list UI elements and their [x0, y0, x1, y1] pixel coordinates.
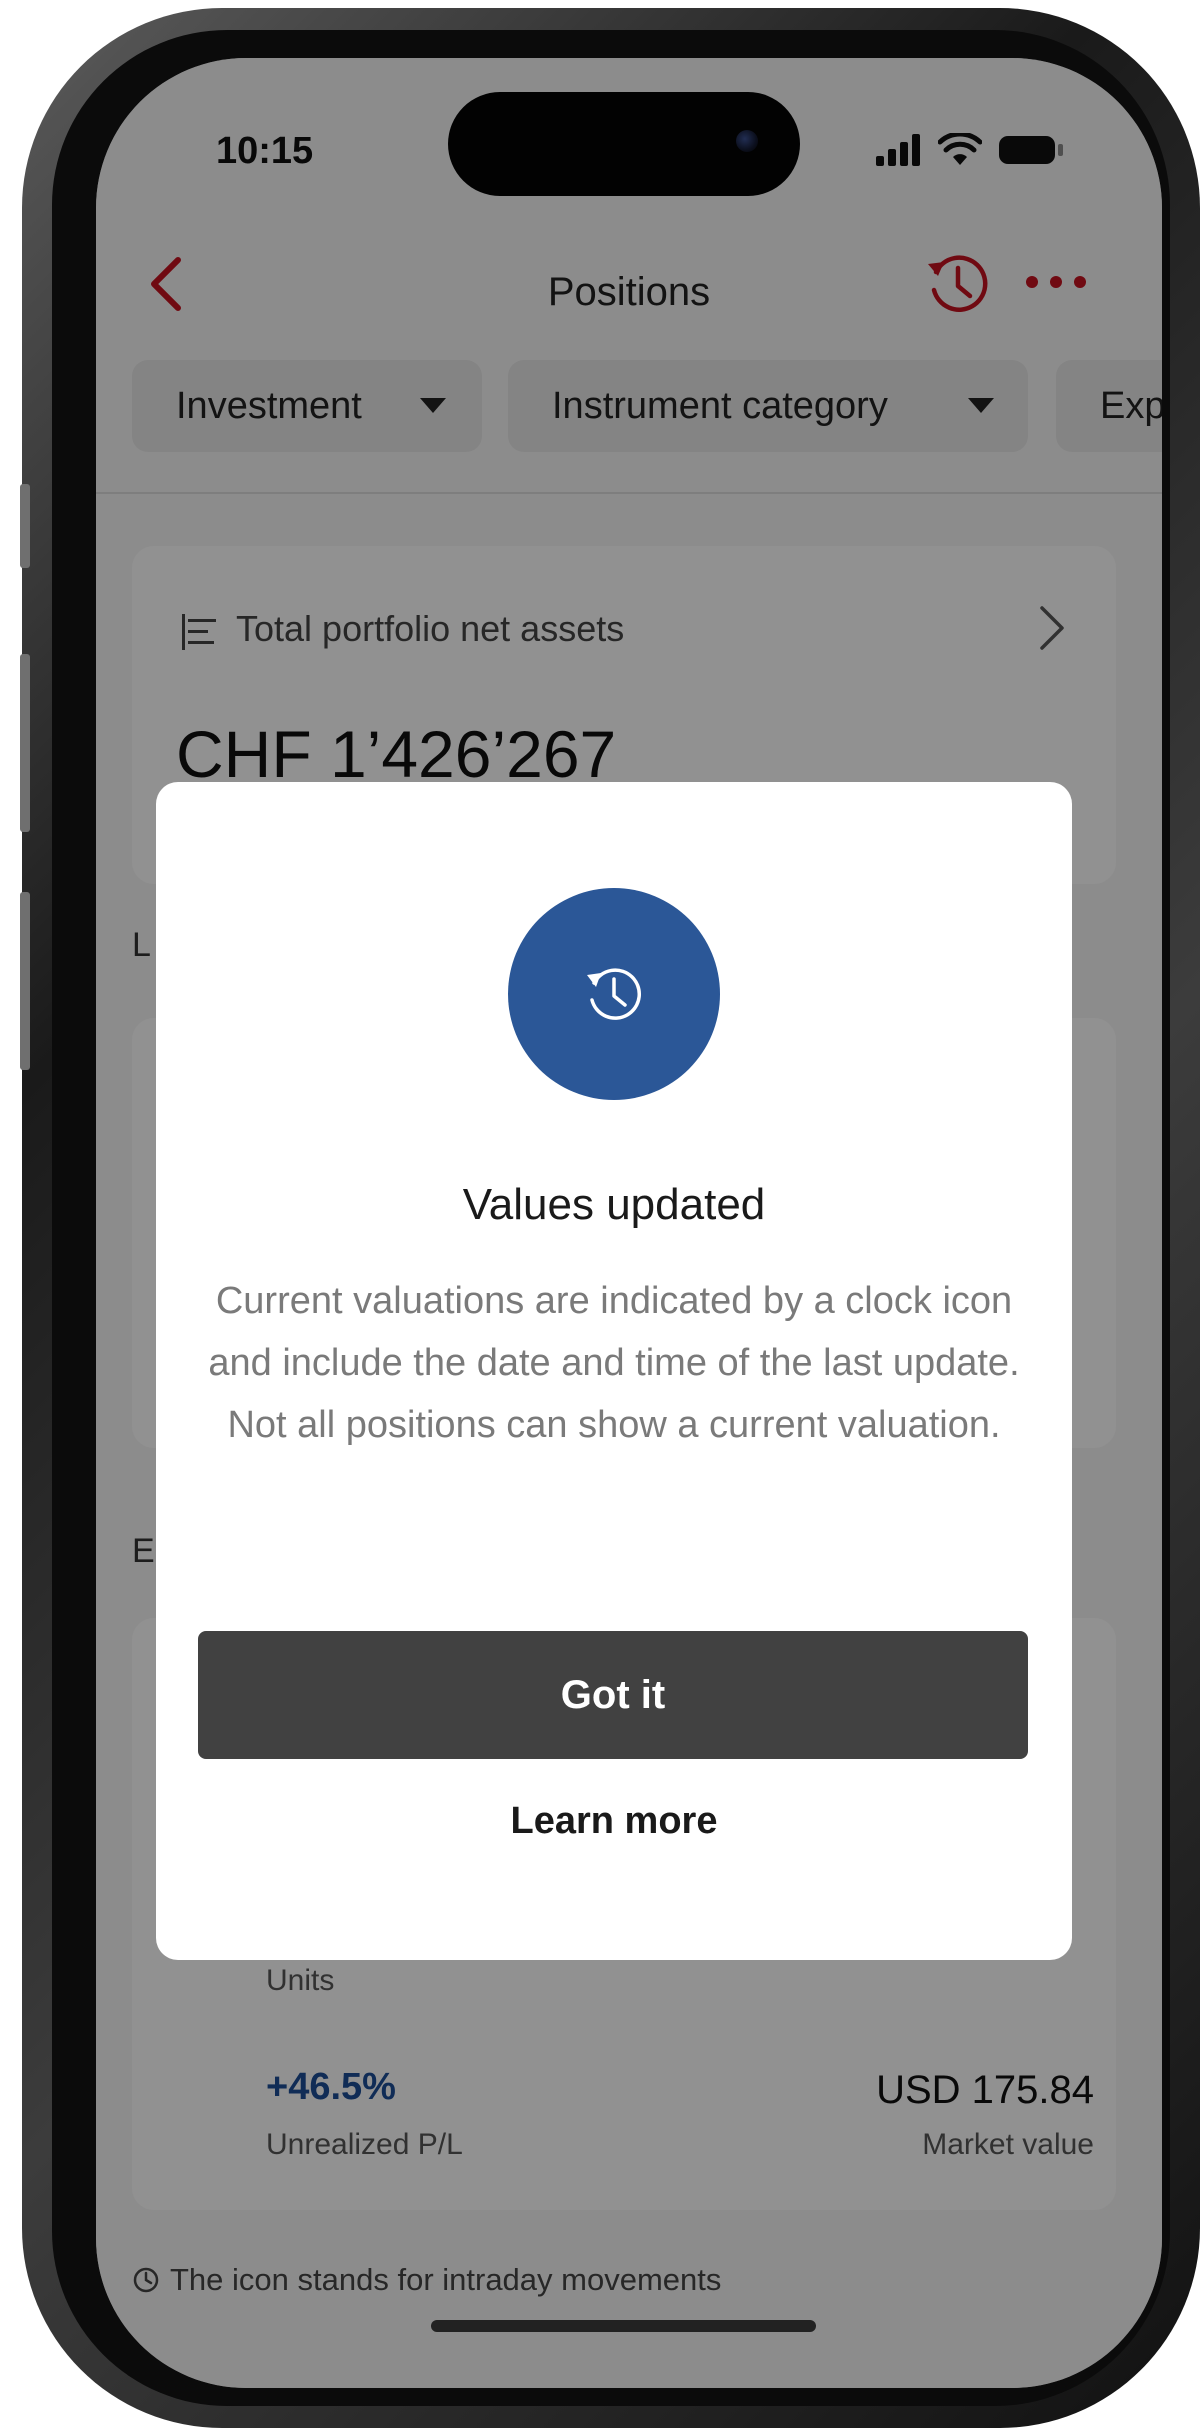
learn-more-link[interactable]: Learn more: [156, 1800, 1072, 1843]
clock-history-icon: [587, 968, 642, 1020]
dialog-icon-badge: [508, 888, 720, 1100]
home-indicator[interactable]: [431, 2320, 816, 2332]
dialog-body: Current valuations are indicated by a cl…: [208, 1280, 1020, 1446]
app-screen: 10:15 Positions Investment Instrument ca…: [96, 58, 1162, 2388]
volume-up-button: [20, 654, 30, 832]
action-button: [20, 484, 30, 568]
dialog-title: Values updated: [462, 1180, 766, 1229]
got-it-button[interactable]: Got it: [198, 1631, 1028, 1759]
values-updated-dialog: Values updated Current valuations are in…: [156, 782, 1072, 1960]
volume-down-button: [20, 892, 30, 1070]
